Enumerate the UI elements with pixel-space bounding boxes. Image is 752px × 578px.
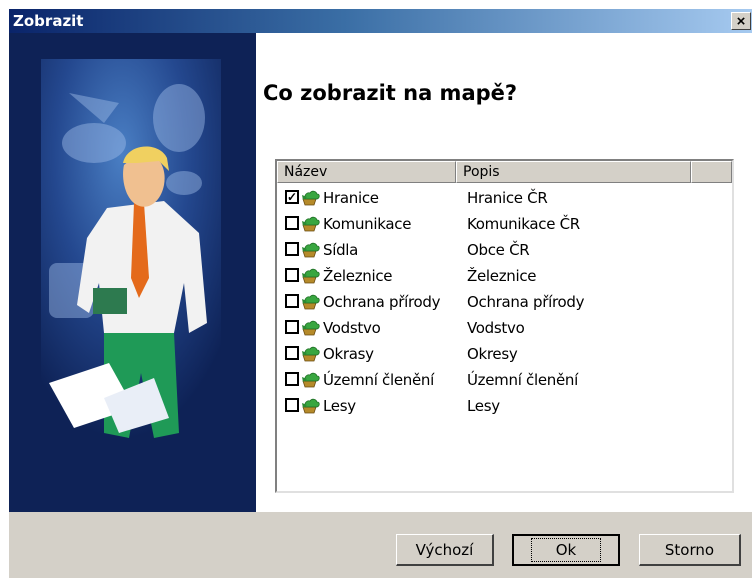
list-item[interactable]: Vodstvo Vodstvo: [277, 315, 732, 341]
layer-checkbox[interactable]: [285, 294, 299, 308]
layer-name: Komunikace: [323, 215, 412, 233]
layer-checkbox[interactable]: [285, 268, 299, 282]
layer-checkbox[interactable]: [285, 320, 299, 334]
default-button[interactable]: Výchozí: [396, 534, 494, 566]
layer-list[interactable]: Název Popis ✓ Hranice Hranice ČR Komunikace…: [275, 159, 734, 493]
layer-description: Železnice: [467, 267, 537, 285]
layer-name: Územní členění: [323, 371, 434, 389]
column-header-description[interactable]: Popis: [456, 161, 691, 183]
layer-name: Ochrana přírody: [323, 293, 441, 311]
layer-icon: [301, 189, 321, 206]
layer-icon: [301, 371, 321, 388]
dialog-content: Co zobrazit na mapě? Název Popis ✓ Hranic…: [9, 33, 752, 512]
close-icon: ×: [736, 12, 746, 30]
page-title: Co zobrazit na mapě?: [263, 81, 518, 105]
layer-name: Sídla: [323, 241, 359, 259]
layer-icon: [301, 293, 321, 310]
layer-description: Vodstvo: [467, 319, 525, 337]
layer-checkbox[interactable]: ✓: [285, 190, 299, 204]
dialog-window: Zobrazit × Co zobrazit na mapě? Název Po…: [8, 8, 752, 578]
layer-description: Okresy: [467, 345, 518, 363]
layer-name: Železnice: [323, 267, 393, 285]
businessman-illustration: [9, 33, 256, 512]
layer-name: Lesy: [323, 397, 356, 415]
layer-name: Okrasy: [323, 345, 374, 363]
list-header: Název Popis: [277, 161, 732, 183]
list-item[interactable]: Ochrana přírody Ochrana přírody: [277, 289, 732, 315]
list-item[interactable]: Komunikace Komunikace ČR: [277, 211, 732, 237]
layer-checkbox[interactable]: [285, 398, 299, 412]
button-bar: Výchozí Ok Storno: [9, 512, 752, 578]
cancel-button[interactable]: Storno: [639, 534, 741, 566]
layer-description: Komunikace ČR: [467, 215, 580, 233]
layer-description: Obce ČR: [467, 241, 530, 259]
layer-checkbox[interactable]: [285, 346, 299, 360]
list-item[interactable]: Lesy Lesy: [277, 393, 732, 419]
column-header-extra[interactable]: [691, 161, 732, 183]
layer-icon: [301, 345, 321, 362]
layer-checkbox[interactable]: [285, 216, 299, 230]
close-button[interactable]: ×: [731, 12, 751, 30]
layer-name: Vodstvo: [323, 319, 381, 337]
layer-icon: [301, 267, 321, 284]
ok-button-label: Ok: [530, 538, 602, 562]
list-item[interactable]: Územní členění Územní členění: [277, 367, 732, 393]
layer-description: Územní členění: [467, 371, 578, 389]
column-header-name[interactable]: Název: [277, 161, 456, 183]
layer-icon: [301, 319, 321, 336]
layer-checkbox[interactable]: [285, 372, 299, 386]
title-bar[interactable]: Zobrazit ×: [9, 9, 752, 33]
layer-description: Ochrana přírody: [467, 293, 585, 311]
list-item[interactable]: Sídla Obce ČR: [277, 237, 732, 263]
layer-icon: [301, 241, 321, 258]
layer-icon: [301, 215, 321, 232]
layer-name: Hranice: [323, 189, 379, 207]
layer-description: Lesy: [467, 397, 500, 415]
list-item[interactable]: Okrasy Okresy: [277, 341, 732, 367]
layer-icon: [301, 397, 321, 414]
list-item[interactable]: Železnice Železnice: [277, 263, 732, 289]
layer-description: Hranice ČR: [467, 189, 548, 207]
ok-button[interactable]: Ok: [512, 534, 620, 566]
window-title: Zobrazit: [13, 12, 84, 30]
layer-checkbox[interactable]: [285, 242, 299, 256]
list-item[interactable]: ✓ Hranice Hranice ČR: [277, 185, 732, 211]
